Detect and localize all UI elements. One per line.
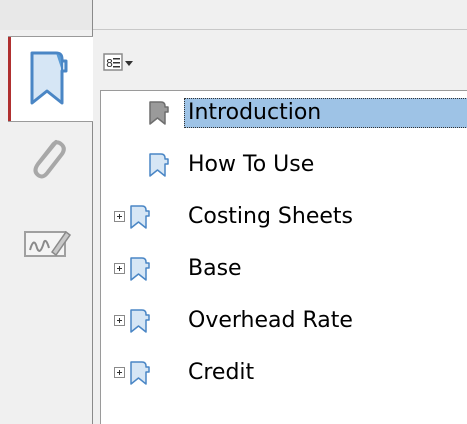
bookmark-item-costing-sheets[interactable]: Costing Sheets (101, 198, 467, 238)
bookmark-label[interactable]: Overhead Rate (184, 306, 357, 336)
expand-toggle[interactable] (114, 367, 125, 378)
top-strip (0, 0, 467, 30)
expand-toggle[interactable] (114, 263, 125, 274)
svg-text:8: 8 (106, 57, 113, 70)
expand-toggle[interactable] (114, 315, 125, 326)
bookmark-label[interactable]: Costing Sheets (184, 202, 357, 232)
top-left-segment (0, 0, 93, 30)
bookmarks-toolbar: 8 (93, 30, 467, 90)
bookmark-label[interactable]: Introduction (184, 98, 467, 128)
tab-bookmarks[interactable] (8, 36, 93, 122)
bookmark-icon (149, 153, 169, 177)
bookmarks-panel: 8 Introduction How To Use Costing Sheets… (93, 30, 467, 424)
bookmark-icon (130, 361, 150, 385)
bookmark-label[interactable]: Credit (184, 358, 258, 388)
bookmark-list: Introduction How To Use Costing Sheets B… (100, 90, 467, 424)
bookmark-options-button[interactable]: 8 (103, 52, 139, 74)
bookmark-item-base[interactable]: Base (101, 250, 467, 290)
chevron-down-icon (125, 61, 133, 66)
bookmark-item-overhead-rate[interactable]: Overhead Rate (101, 302, 467, 342)
bookmark-item-credit[interactable]: Credit (101, 354, 467, 394)
bookmark-icon (130, 205, 150, 229)
bookmark-icon (130, 257, 150, 281)
expand-toggle[interactable] (114, 211, 125, 222)
bookmark-label[interactable]: How To Use (184, 150, 318, 180)
bookmarks-navigation-pane: 8 Introduction How To Use Costing Sheets… (0, 0, 467, 424)
signature-icon[interactable] (22, 226, 72, 260)
bookmark-label[interactable]: Base (184, 254, 246, 284)
paperclip-icon[interactable] (26, 134, 68, 182)
active-tab-indicator (8, 37, 11, 121)
navigation-tab-strip (0, 30, 93, 424)
bookmark-icon (130, 309, 150, 333)
bookmark-item-introduction[interactable]: Introduction (101, 94, 467, 134)
bookmark-icon (149, 101, 169, 125)
bookmark-icon (30, 51, 68, 105)
bookmark-item-how-to-use[interactable]: How To Use (101, 146, 467, 186)
